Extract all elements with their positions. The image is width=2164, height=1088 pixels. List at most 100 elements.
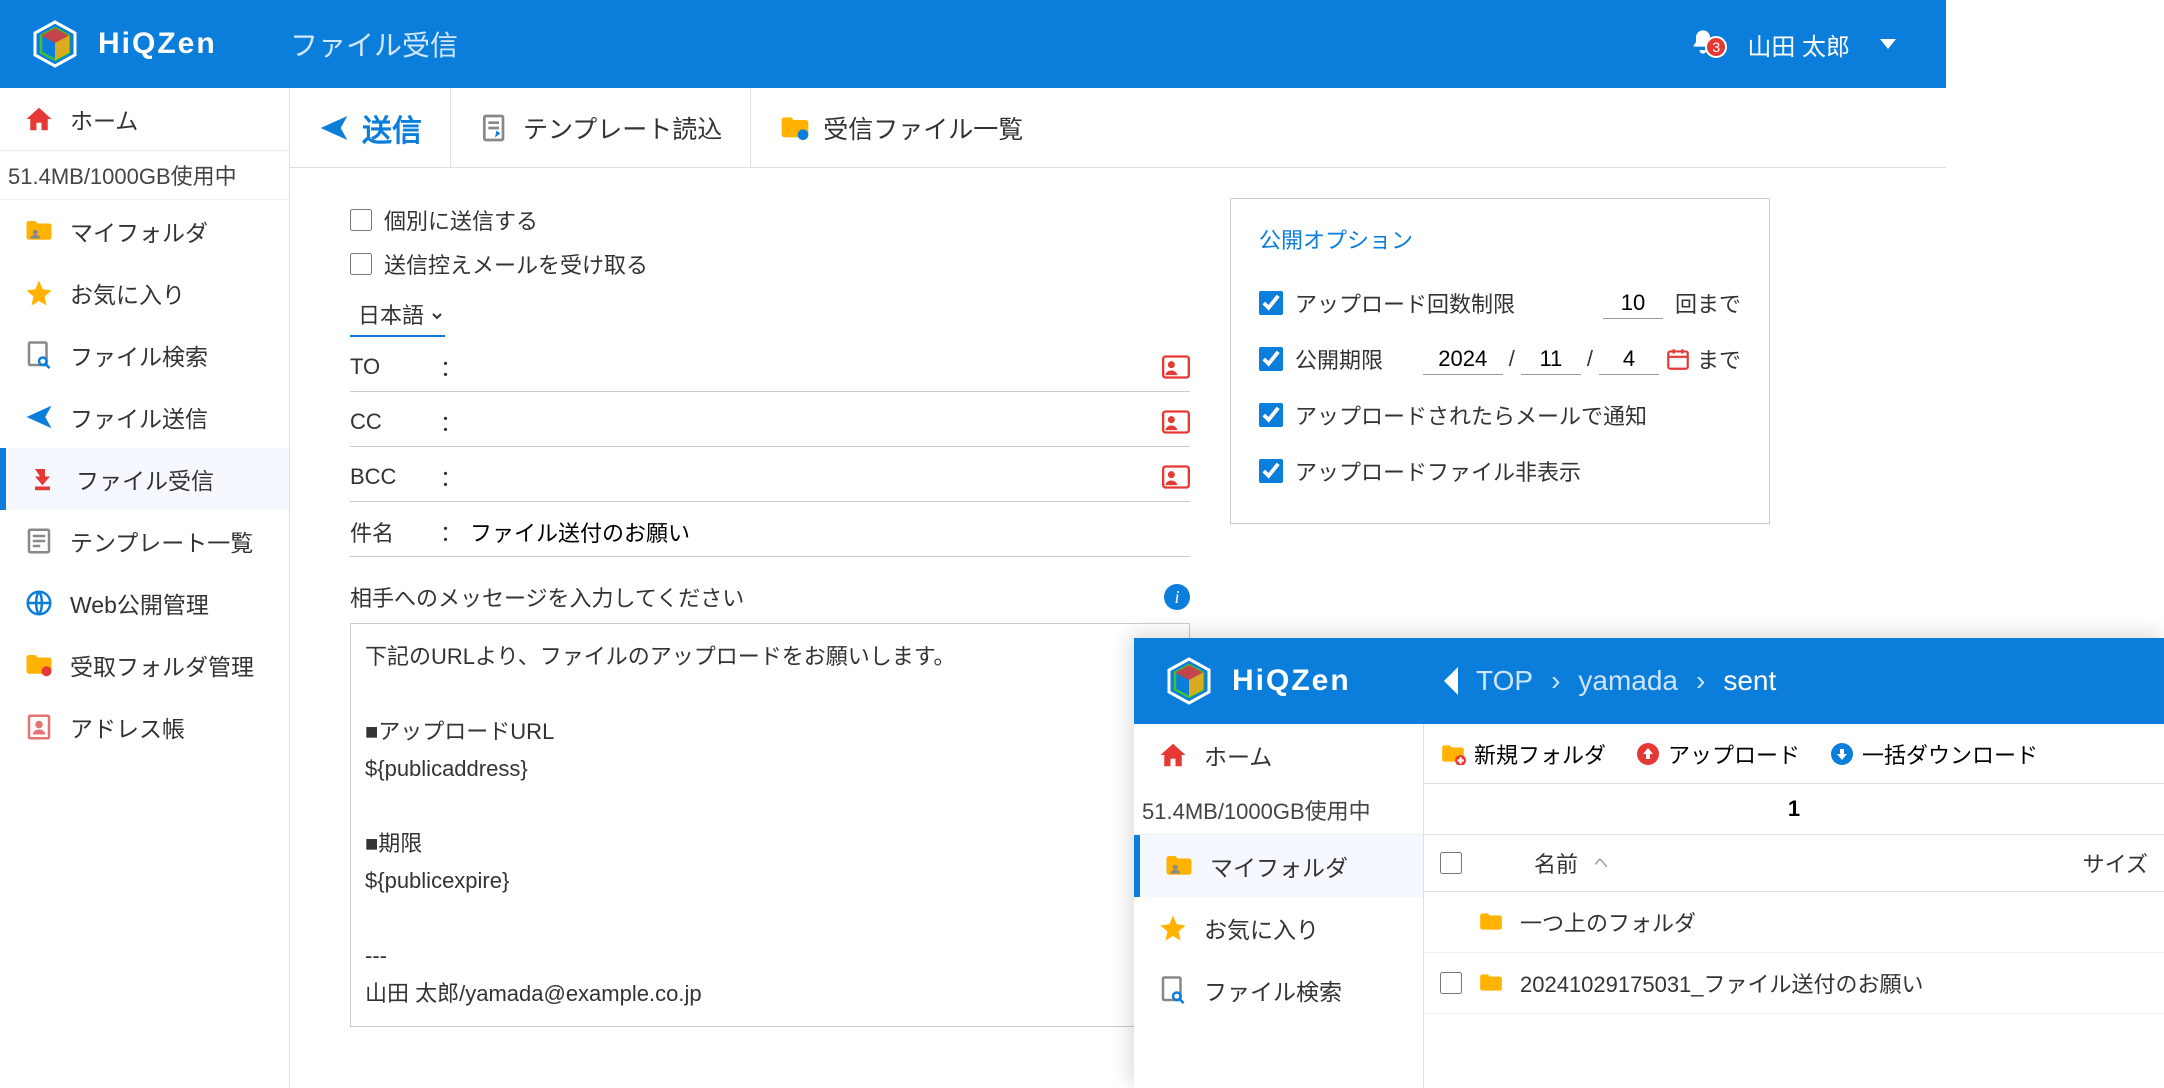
second-window: HiQZen TOP › yamada › sent ホーム 51.4MB/10… bbox=[1134, 638, 2164, 1088]
search-file-icon bbox=[1158, 975, 1188, 1005]
sidebar-item-search[interactable]: ファイル検索 bbox=[1134, 959, 1423, 1021]
folder-icon bbox=[1478, 911, 1504, 933]
info-icon[interactable]: i bbox=[1164, 584, 1190, 610]
hide-checkbox[interactable] bbox=[1259, 459, 1283, 483]
breadcrumb-item[interactable]: TOP bbox=[1476, 665, 1533, 697]
breadcrumb-item[interactable]: yamada bbox=[1578, 665, 1678, 697]
user-name[interactable]: 山田 太郎 bbox=[1747, 27, 1850, 62]
cc-input[interactable] bbox=[470, 409, 1162, 435]
upload-button[interactable]: アップロード bbox=[1636, 738, 1800, 770]
upload-label: アップロード bbox=[1668, 738, 1800, 770]
expiry-day-input[interactable] bbox=[1599, 344, 1659, 375]
col-size[interactable]: サイズ bbox=[2083, 847, 2148, 879]
chevron-down-icon[interactable] bbox=[1880, 39, 1896, 49]
download-icon bbox=[1830, 742, 1854, 766]
notify-checkbox[interactable] bbox=[1259, 403, 1283, 427]
bcc-input[interactable] bbox=[470, 464, 1162, 490]
sort-asc-icon: ヘ bbox=[1594, 853, 1608, 873]
breadcrumb-item[interactable]: sent bbox=[1723, 665, 1776, 697]
logo-text: HiQZen bbox=[98, 27, 217, 61]
row-checkbox[interactable] bbox=[1440, 972, 1462, 994]
select-all-checkbox[interactable] bbox=[1440, 852, 1462, 874]
sidebar-item-templates[interactable]: テンプレート一覧 bbox=[0, 510, 289, 572]
sidebar-item-label: ファイル送信 bbox=[70, 400, 208, 434]
individual-send-checkbox[interactable]: 個別に送信する bbox=[350, 198, 1190, 242]
sidebar-item-receive[interactable]: ファイル受信 bbox=[0, 448, 289, 510]
template-load-button[interactable]: テンプレート読込 bbox=[451, 88, 751, 167]
sidebar: ホーム 51.4MB/1000GB使用中 マイフォルダ お気に入り ファイル検索… bbox=[0, 88, 290, 1088]
back-arrow-icon[interactable] bbox=[1444, 667, 1458, 695]
message-textarea[interactable]: 下記のURLより、ファイルのアップロードをお願いします。 ■アップロードURL … bbox=[350, 623, 1190, 1027]
message-label: 相手へのメッセージを入力してください bbox=[350, 581, 744, 613]
checkbox[interactable] bbox=[350, 253, 372, 275]
sidebar-item-label: マイフォルダ bbox=[70, 214, 208, 248]
sidebar-item-favorites[interactable]: お気に入り bbox=[1134, 897, 1423, 959]
upload-limit-input[interactable] bbox=[1603, 288, 1663, 319]
calendar-icon[interactable] bbox=[1665, 346, 1691, 372]
folder-user-icon bbox=[1164, 851, 1194, 881]
page-title: ファイル受信 bbox=[290, 24, 458, 64]
template-load-icon bbox=[479, 112, 511, 144]
notification-button[interactable]: 3 bbox=[1689, 28, 1717, 61]
subject-field-row: 件名 ： bbox=[350, 508, 1190, 557]
table-row[interactable]: 20241029175031_ファイル送付のお願い bbox=[1424, 953, 2164, 1014]
expiry-option: 公開期限 / / まで bbox=[1259, 331, 1741, 387]
home-icon bbox=[1158, 740, 1188, 770]
checkbox-label: 個別に送信する bbox=[384, 204, 538, 236]
download-all-button[interactable]: 一括ダウンロード bbox=[1830, 738, 2038, 770]
sidebar-item-label: Web公開管理 bbox=[70, 586, 209, 620]
sidebar-item-send[interactable]: ファイル送信 bbox=[0, 386, 289, 448]
sidebar-item-myfolder[interactable]: マイフォルダ bbox=[1134, 835, 1423, 897]
addressbook-icon[interactable] bbox=[1162, 464, 1190, 490]
folder-user-icon bbox=[24, 216, 54, 246]
logo-area: HiQZen bbox=[1134, 656, 1424, 706]
sidebar-home[interactable]: ホーム bbox=[0, 88, 289, 151]
template-icon bbox=[24, 526, 54, 556]
expiry-checkbox[interactable] bbox=[1259, 347, 1283, 371]
page-number[interactable]: 1 bbox=[1788, 796, 1800, 821]
header: HiQZen ファイル受信 3 山田 太郎 bbox=[0, 0, 1946, 88]
sidebar-item-web-publish[interactable]: Web公開管理 bbox=[0, 572, 289, 634]
to-input[interactable] bbox=[470, 354, 1162, 380]
new-folder-button[interactable]: 新規フォルダ bbox=[1440, 738, 1606, 770]
subject-label: 件名 bbox=[350, 516, 440, 548]
checkbox[interactable] bbox=[350, 209, 372, 231]
compose-form: 個別に送信する 送信控えメールを受け取る 日本語 TO ： bbox=[350, 198, 1190, 1027]
receive-icon bbox=[30, 464, 60, 494]
upload-limit-checkbox[interactable] bbox=[1259, 291, 1283, 315]
subject-input[interactable] bbox=[470, 519, 1190, 545]
template-load-label: テンプレート読込 bbox=[523, 110, 722, 146]
sidebar-item-address[interactable]: アドレス帳 bbox=[0, 696, 289, 758]
recv-list-button[interactable]: 受信ファイル一覧 bbox=[751, 88, 1051, 167]
expiry-year-input[interactable] bbox=[1423, 344, 1503, 375]
addressbook-icon[interactable] bbox=[1162, 409, 1190, 435]
sidebar-item-search[interactable]: ファイル検索 bbox=[0, 324, 289, 386]
second-header: HiQZen TOP › yamada › sent bbox=[1134, 638, 2164, 724]
sidebar-home[interactable]: ホーム bbox=[1134, 724, 1423, 786]
table-header: 名前 ヘ サイズ bbox=[1424, 835, 2164, 892]
sidebar-item-myfolder[interactable]: マイフォルダ bbox=[0, 200, 289, 262]
col-name[interactable]: 名前 bbox=[1534, 847, 1578, 879]
table-row[interactable]: 一つ上のフォルダ bbox=[1424, 892, 2164, 953]
addressbook-icon bbox=[24, 712, 54, 742]
search-file-icon bbox=[24, 340, 54, 370]
publish-options-panel: 公開オプション アップロード回数制限 回まで 公開期限 / bbox=[1230, 198, 1770, 524]
upload-limit-suffix: 回まで bbox=[1675, 287, 1741, 319]
sidebar-item-favorites[interactable]: お気に入り bbox=[0, 262, 289, 324]
sidebar-item-recv-folder[interactable]: 受取フォルダ管理 bbox=[0, 634, 289, 696]
upload-limit-option: アップロード回数制限 回まで bbox=[1259, 275, 1741, 331]
send-button[interactable]: 送信 bbox=[290, 88, 451, 167]
cc-field-row: CC ： bbox=[350, 398, 1190, 447]
addressbook-icon[interactable] bbox=[1162, 354, 1190, 380]
second-body: ホーム 51.4MB/1000GB使用中 マイフォルダ お気に入り ファイル検索… bbox=[1134, 724, 2164, 1088]
logo-text: HiQZen bbox=[1232, 664, 1351, 698]
sidebar-item-label: ファイル受信 bbox=[76, 462, 214, 496]
expiry-label: 公開期限 bbox=[1295, 343, 1383, 375]
notify-option: アップロードされたらメールで通知 bbox=[1259, 387, 1741, 443]
new-folder-icon bbox=[1440, 743, 1466, 765]
copy-self-checkbox[interactable]: 送信控えメールを受け取る bbox=[350, 242, 1190, 286]
bcc-field-row: BCC ： bbox=[350, 453, 1190, 502]
expiry-month-input[interactable] bbox=[1521, 344, 1581, 375]
language-select[interactable]: 日本語 bbox=[350, 296, 445, 337]
new-folder-label: 新規フォルダ bbox=[1474, 738, 1606, 770]
